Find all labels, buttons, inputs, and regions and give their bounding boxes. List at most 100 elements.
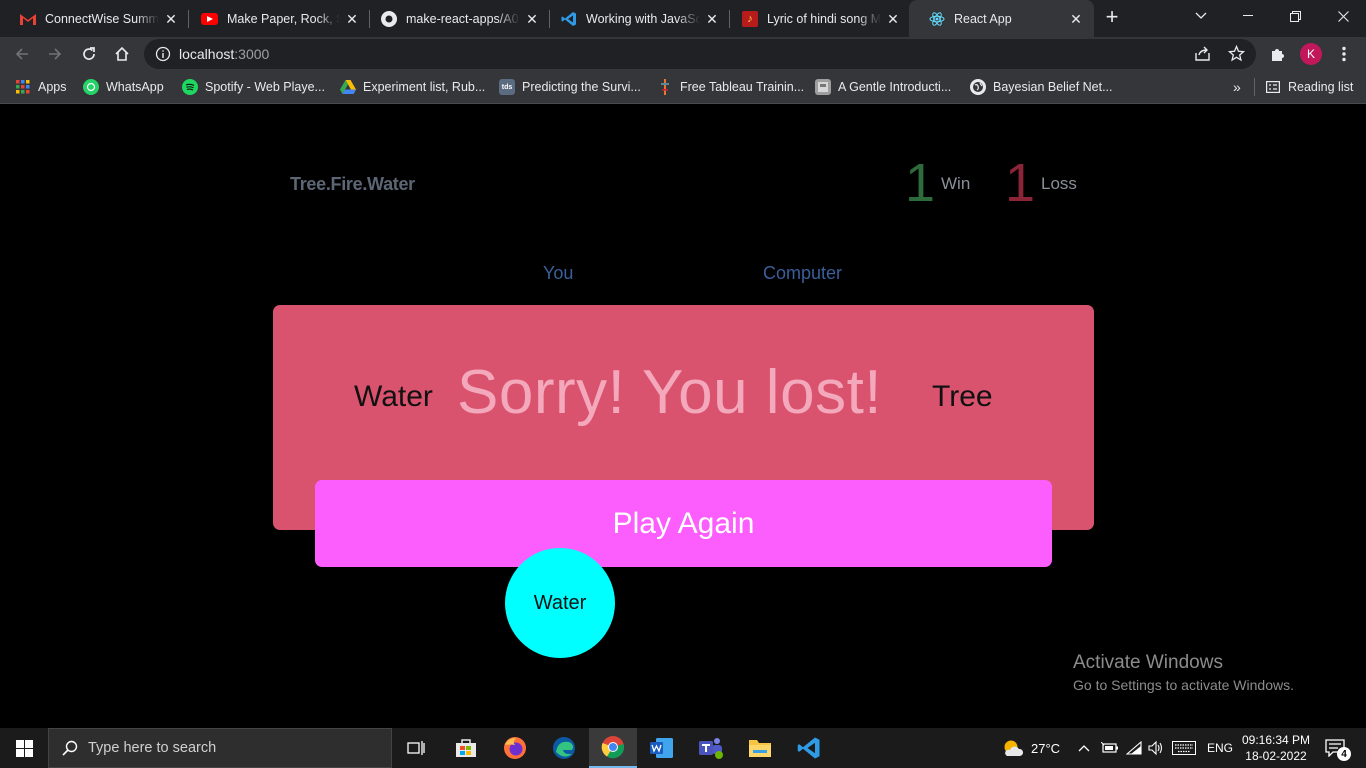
close-icon[interactable]: ✕ (344, 11, 360, 27)
notification-count-badge: 4 (1337, 747, 1351, 761)
address-bar[interactable]: localhost:3000 (144, 39, 1256, 69)
tab-title: make-react-apps/A0 (406, 11, 519, 26)
browser-tab-strip: ConnectWise Summer ✕ Make Paper, Rock, S… (0, 0, 1366, 37)
firefox-icon[interactable] (491, 728, 539, 768)
close-icon[interactable]: ✕ (885, 11, 901, 27)
browser-tab[interactable]: Make Paper, Rock, Sc ✕ (181, 0, 370, 37)
bookmark-label: Predicting the Survi... (522, 80, 641, 94)
back-arrow-icon[interactable] (8, 40, 36, 68)
bookmark-spotify[interactable]: Spotify - Web Playe... (182, 78, 325, 96)
tab-search-chevron-icon[interactable] (1178, 0, 1224, 32)
site-info-icon[interactable] (155, 46, 171, 67)
browser-tab-active[interactable]: React App ✕ (909, 0, 1094, 37)
bookmark-star-icon[interactable] (1227, 44, 1246, 67)
language-indicator[interactable]: ENG (1207, 728, 1233, 768)
chrome-icon[interactable] (589, 728, 637, 768)
tab-title: React App (954, 11, 1012, 26)
new-tab-plus-icon[interactable]: + (1100, 6, 1124, 30)
profile-avatar[interactable]: K (1297, 40, 1325, 68)
bookmark-gentle-introduction[interactable]: A Gentle Introducti... (815, 78, 951, 96)
lyrics-site-icon: ♪ (742, 10, 758, 27)
search-placeholder: Type here to search (88, 740, 217, 756)
kebab-menu-icon[interactable] (1330, 40, 1358, 68)
forward-arrow-icon[interactable] (41, 40, 69, 68)
computer-choice: Tree (932, 380, 993, 413)
microsoft-store-icon[interactable] (442, 728, 490, 768)
play-again-button[interactable]: Play Again (315, 480, 1052, 567)
temperature-text: 27°C (1031, 740, 1061, 756)
close-icon[interactable]: ✕ (1068, 11, 1084, 27)
close-icon[interactable]: ✕ (704, 11, 720, 27)
share-icon[interactable] (1194, 46, 1212, 67)
close-icon[interactable]: ✕ (524, 11, 540, 27)
weather-widget[interactable]: 27°C (1001, 728, 1060, 768)
file-explorer-icon[interactable] (736, 728, 784, 768)
you-label: You (543, 263, 574, 283)
word-icon[interactable] (638, 728, 686, 768)
browser-tab[interactable]: ♪ Lyric of hindi song M ✕ (722, 0, 911, 37)
browser-toolbar: localhost:3000 K (0, 37, 1366, 70)
tab-title: Lyric of hindi song M (767, 11, 881, 26)
bookmarks-divider (1254, 78, 1255, 96)
activate-windows-title: Activate Windows (1073, 652, 1223, 673)
tds-icon: tds (499, 79, 515, 95)
tableau-icon (657, 79, 673, 95)
bookmark-label: Spotify - Web Playe... (205, 80, 325, 94)
bookmark-whatsapp[interactable]: WhatsApp (83, 78, 164, 96)
browser-tab[interactable]: make-react-apps/A0 ✕ (361, 0, 550, 37)
reload-icon[interactable] (75, 40, 103, 68)
tab-title: Working with JavaSc (586, 11, 700, 26)
bookmark-label: Free Tableau Trainin... (680, 80, 805, 94)
activate-windows-subtitle: Go to Settings to activate Windows. (1073, 677, 1294, 693)
weather-sun-cloud-icon (1001, 738, 1023, 758)
restore-icon[interactable] (1272, 0, 1318, 32)
taskbar-search-box[interactable]: Type here to search (48, 728, 392, 768)
reading-list-icon (1265, 79, 1281, 95)
wifi-icon[interactable] (1126, 728, 1142, 768)
close-icon[interactable]: ✕ (163, 11, 179, 27)
close-window-icon[interactable] (1320, 0, 1366, 32)
minimize-icon[interactable] (1225, 0, 1271, 32)
gmail-icon (20, 11, 36, 27)
show-hidden-icons-chevron[interactable] (1078, 728, 1090, 768)
bookmark-bayesian-belief[interactable]: Bayesian Belief Net... (970, 78, 1113, 96)
more-bookmarks-chevron[interactable]: » (1233, 78, 1241, 96)
keyboard-icon[interactable] (1172, 728, 1196, 768)
whatsapp-icon (83, 79, 99, 95)
home-icon[interactable] (108, 40, 136, 68)
vscode-taskbar-icon[interactable] (785, 728, 833, 768)
bookmark-label: Experiment list, Rub... (363, 80, 486, 94)
teams-icon[interactable] (687, 728, 735, 768)
volume-icon[interactable] (1148, 728, 1164, 768)
bookmark-tableau-training[interactable]: Free Tableau Trainin... (657, 78, 804, 96)
edge-icon[interactable] (540, 728, 588, 768)
clock[interactable]: 09:16:34 PM 18-02-2022 (1238, 728, 1314, 768)
google-drive-icon (340, 79, 356, 95)
windows-taskbar: Type here to search 27°C ENG 09:16:34 PM… (0, 728, 1366, 768)
extensions-puzzle-icon[interactable] (1264, 40, 1292, 68)
computer-label: Computer (763, 263, 843, 283)
battery-icon[interactable] (1101, 728, 1119, 768)
notifications-button[interactable]: 4 (1320, 728, 1351, 768)
bookmark-label: Apps (38, 80, 67, 94)
result-message: Sorry! You lost! (457, 358, 883, 427)
windows-start-button[interactable] (0, 728, 48, 768)
profile-initial: K (1300, 43, 1322, 65)
reading-list-button[interactable]: Reading list (1265, 78, 1353, 96)
bookmark-experiment-list[interactable]: Experiment list, Rub... (340, 78, 485, 96)
clock-time: 09:16:34 PM (1241, 733, 1311, 747)
bookmark-apps[interactable]: Apps (15, 78, 67, 96)
water-choice-button[interactable]: Water (505, 548, 615, 658)
apps-grid-icon (15, 79, 31, 95)
bookmark-predicting-survival[interactable]: tds Predicting the Survi... (499, 78, 641, 96)
browser-tab[interactable]: ConnectWise Summer ✕ (0, 0, 189, 37)
reading-list-label: Reading list (1288, 80, 1354, 94)
loss-count: 1 (1005, 153, 1036, 213)
github-icon (381, 10, 397, 27)
globe-icon (970, 79, 986, 95)
task-view-icon[interactable] (392, 728, 440, 768)
browser-tab[interactable]: Working with JavaSc ✕ (541, 0, 730, 37)
tab-title: Make Paper, Rock, Sc (227, 11, 340, 26)
tab-title: ConnectWise Summer (45, 11, 159, 26)
url-text: localhost:3000 (179, 46, 269, 62)
